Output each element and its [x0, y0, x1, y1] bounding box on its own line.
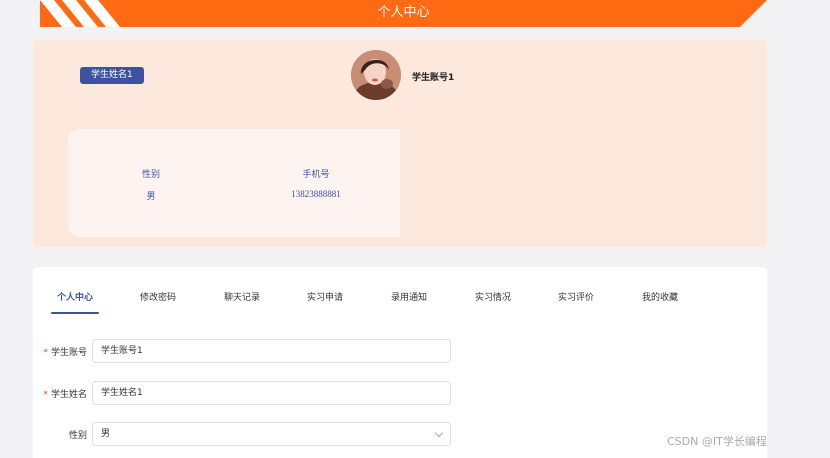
page-title: 个人中心 [377, 5, 430, 20]
tab-offer-notice[interactable]: 录用通知 [391, 290, 427, 303]
gender-field-label: 性别 [68, 431, 87, 441]
tab-internship-evaluation[interactable]: 实习评价 [558, 290, 594, 303]
tab-internship-status[interactable]: 实习情况 [475, 290, 511, 303]
name-label: * 学生姓名 [43, 390, 87, 400]
avatar [351, 50, 401, 100]
phone-value: 13823888881 [291, 189, 341, 199]
profile-info-box: 性别 男 手机号 13823888881 [68, 129, 400, 237]
watermark: CSDN @IT学长编程 [667, 435, 767, 448]
profile-panel: 个人中心 修改密码 聊天记录 实习申请 录用通知 实习情况 实习评价 我的收藏 … [33, 267, 767, 458]
gender-select[interactable]: 男 [92, 422, 451, 446]
phone-label: 手机号 [302, 170, 330, 180]
active-tab-indicator [51, 312, 99, 314]
gender-value: 男 [146, 192, 156, 202]
account-input[interactable]: 学生账号1 [92, 339, 451, 363]
form-row-name: * 学生姓名 学生姓名1 [33, 381, 767, 405]
gender-select-value: 男 [101, 429, 111, 439]
profile-card: 学生姓名1 学生账号1 性别 男 手机号 13823888881 [33, 40, 767, 247]
tab-bar: 个人中心 修改密码 聊天记录 实习申请 录用通知 实习情况 实习评价 我的收藏 [33, 267, 767, 317]
student-name-tag: 学生姓名1 [80, 67, 144, 84]
account-label: * 学生账号 [43, 348, 87, 358]
name-input[interactable]: 学生姓名1 [92, 381, 451, 405]
tab-personal-center[interactable]: 个人中心 [57, 290, 93, 303]
tab-internship-application[interactable]: 实习申请 [307, 290, 343, 303]
student-account-name: 学生账号1 [412, 73, 455, 83]
header-banner: 个人中心 [40, 0, 767, 27]
chevron-down-icon [434, 428, 444, 438]
required-mark: * [43, 390, 48, 400]
tab-chat-history[interactable]: 聊天记录 [224, 290, 260, 303]
form-row-account: * 学生账号 学生账号1 [33, 339, 767, 363]
tab-change-password[interactable]: 修改密码 [140, 290, 176, 303]
tab-my-favorites[interactable]: 我的收藏 [642, 290, 678, 303]
avatar-image [351, 50, 401, 100]
gender-info: 性别 男 [138, 167, 164, 202]
form-row-gender: 性别 男 [33, 422, 767, 446]
gender-label: 性别 [141, 170, 160, 180]
required-mark: * [43, 348, 48, 358]
phone-info: 手机号 13823888881 [286, 167, 346, 199]
